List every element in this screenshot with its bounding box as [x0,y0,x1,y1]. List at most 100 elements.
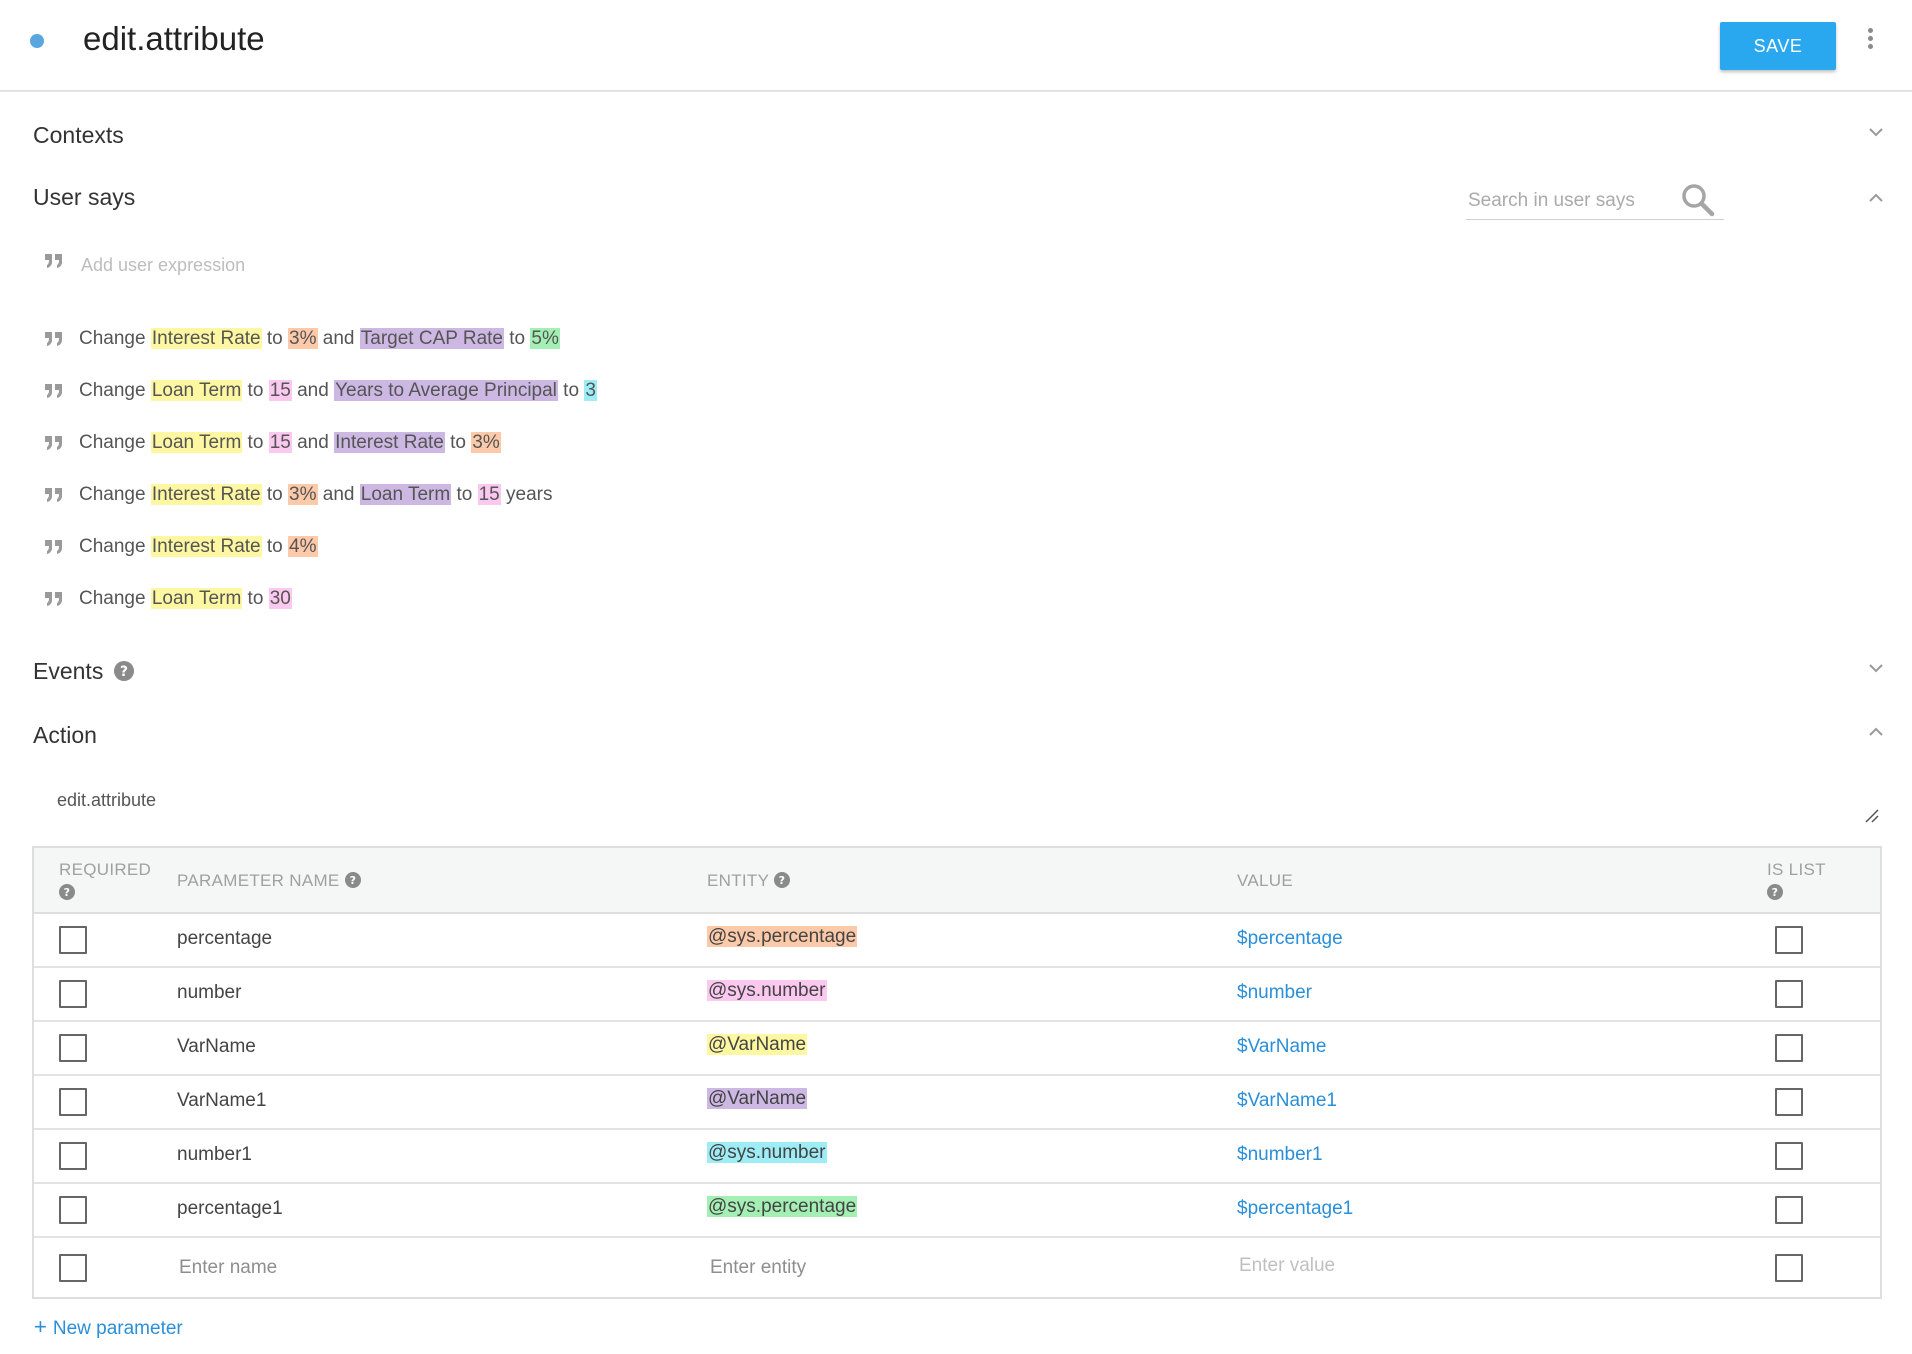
parameter-name[interactable]: VarName [177,1036,256,1058]
entity-annotation[interactable]: 3% [288,328,318,349]
entity-annotation[interactable]: 15 [268,380,292,401]
parameter-value[interactable]: $percentage [1237,928,1343,950]
required-checkbox[interactable] [59,1196,87,1224]
page-header: edit.attribute SAVE [0,0,1912,92]
required-checkbox[interactable] [59,1034,87,1062]
help-icon[interactable]: ? [59,884,75,900]
expression-text: Change [79,328,151,349]
expression-text: to [261,484,289,505]
svg-text:?: ? [120,664,128,680]
search-input[interactable] [1466,186,1676,216]
svg-text:?: ? [1772,886,1779,899]
parameter-name[interactable]: number1 [177,1144,252,1166]
entity-annotation[interactable]: Loan Term [150,588,243,609]
add-user-expression-input[interactable] [79,250,579,280]
entity-tag: @VarName [707,1088,808,1109]
help-icon[interactable]: ? [773,872,790,888]
required-checkbox[interactable] [59,1142,87,1170]
is-list-checkbox[interactable] [1775,1088,1803,1116]
help-icon[interactable]: ? [344,872,361,888]
parameter-name[interactable]: percentage [177,928,272,950]
user-expression[interactable]: Change Loan Term to 30 [79,588,292,610]
chevron-up-icon[interactable] [1866,722,1886,742]
quote-icon [45,592,62,606]
new-parameter-link[interactable]: + New parameter [34,1314,183,1340]
user-expression[interactable]: Change Loan Term to 15 and Interest Rate… [79,432,501,454]
svg-text:?: ? [349,874,356,887]
header-required-label: REQUIRED [59,860,152,879]
parameter-value[interactable]: $percentage1 [1237,1198,1353,1220]
user-expression[interactable]: Change Interest Rate to 4% [79,536,318,558]
entity-annotation[interactable]: Interest Rate [334,432,445,453]
header-entity-label: ENTITY [707,871,769,890]
entity-annotation[interactable]: 5% [530,328,560,349]
expression-text: and [317,484,360,505]
save-button[interactable]: SAVE [1720,22,1836,70]
entity-annotation[interactable]: 4% [288,536,318,557]
required-checkbox[interactable] [59,1088,87,1116]
entity-annotation[interactable]: 15 [268,432,292,453]
parameter-value[interactable]: $VarName1 [1237,1090,1337,1112]
entity-cell[interactable]: @sys.number [707,1142,827,1164]
new-parameter-name-input[interactable] [177,1253,477,1283]
entity-annotation[interactable]: Target CAP Rate [359,328,504,349]
is-list-checkbox[interactable] [1775,1254,1803,1282]
parameter-value[interactable]: $number [1237,982,1312,1004]
required-checkbox[interactable] [59,926,87,954]
entity-cell[interactable]: @sys.percentage [707,1196,858,1218]
is-list-checkbox[interactable] [1775,926,1803,954]
entity-annotation[interactable]: Loan Term [359,484,452,505]
parameter-name[interactable]: number [177,982,241,1004]
resize-icon[interactable] [1864,808,1880,824]
events-section-title[interactable]: Events ? [33,658,134,685]
entity-annotation[interactable]: 15 [477,484,501,505]
entity-cell[interactable]: @sys.percentage [707,926,858,948]
is-list-checkbox[interactable] [1775,980,1803,1008]
search-icon[interactable] [1680,182,1716,218]
entity-annotation[interactable]: 30 [268,588,292,609]
new-parameter-value-input[interactable] [1237,1251,1537,1281]
expression-text: to [451,484,478,505]
user-expression[interactable]: Change Interest Rate to 3% and Target CA… [79,328,560,350]
action-section-title[interactable]: Action [33,722,97,749]
entity-annotation[interactable]: Interest Rate [150,536,262,557]
expression-text: to [557,380,585,401]
entity-annotation[interactable]: 3% [471,432,501,453]
chevron-down-icon[interactable] [1866,658,1886,678]
expression-text: Change [79,536,151,557]
entity-annotation[interactable]: Loan Term [150,380,243,401]
expression-text: to [504,328,531,349]
entity-annotation[interactable]: 3% [288,484,318,505]
entity-annotation[interactable]: Interest Rate [150,484,262,505]
parameter-name[interactable]: VarName1 [177,1090,266,1112]
expression-text: Change [79,432,151,453]
user-expression[interactable]: Change Loan Term to 15 and Years to Aver… [79,380,597,402]
entity-annotation[interactable]: Interest Rate [150,328,262,349]
action-name-field[interactable]: edit.attribute [57,790,156,811]
entity-annotation[interactable]: Loan Term [150,432,243,453]
contexts-section-title[interactable]: Contexts [33,122,124,149]
help-icon[interactable]: ? [1767,884,1783,900]
entity-cell[interactable]: @VarName [707,1088,808,1110]
entity-annotation[interactable]: 3 [584,380,597,401]
parameter-value[interactable]: $VarName [1237,1036,1326,1058]
user-says-section-title[interactable]: User says [33,184,135,211]
help-icon[interactable]: ? [113,661,134,681]
entity-cell[interactable]: @sys.number [707,980,827,1002]
user-expression[interactable]: Change Interest Rate to 3% and Loan Term… [79,484,553,506]
chevron-up-icon[interactable] [1866,188,1886,208]
quote-icon [45,488,62,502]
more-vert-icon[interactable] [1866,28,1874,54]
is-list-checkbox[interactable] [1775,1142,1803,1170]
required-checkbox[interactable] [59,980,87,1008]
parameter-name[interactable]: percentage1 [177,1198,283,1220]
is-list-checkbox[interactable] [1775,1034,1803,1062]
required-checkbox[interactable] [59,1254,87,1282]
entity-cell[interactable]: @VarName [707,1034,808,1056]
entity-annotation[interactable]: Years to Average Principal [334,380,558,401]
expression-text: Change [79,380,151,401]
new-parameter-entity-input[interactable] [708,1253,1008,1283]
chevron-down-icon[interactable] [1866,122,1886,142]
parameter-value[interactable]: $number1 [1237,1144,1323,1166]
is-list-checkbox[interactable] [1775,1196,1803,1224]
